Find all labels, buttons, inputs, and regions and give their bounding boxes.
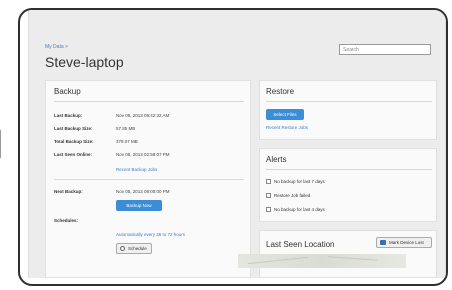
alert-label-1: No backup for last 7 days — [274, 179, 325, 184]
page-edge-line — [0, 130, 1, 158]
recent-restore-jobs-link[interactable]: Recent Restore Jobs — [266, 125, 308, 130]
next-backup-label: Next Backup: — [54, 189, 83, 194]
next-backup-value: Nov 05, 2013 09:00:00 PM — [116, 189, 170, 194]
map-road — [248, 256, 308, 265]
backup-mid-divider — [54, 179, 244, 180]
device-frame: My Data > Steve-laptop Search Backup Las… — [18, 8, 448, 286]
last-backup-size-value: 57.85 MB — [116, 126, 136, 131]
page-title: Steve-laptop — [45, 54, 124, 70]
total-backup-size-value: 378.07 MB — [116, 139, 138, 144]
alerts-title-divider — [266, 169, 432, 170]
schedule-button[interactable]: Schedule — [116, 243, 152, 254]
alert-checkbox-2[interactable] — [266, 193, 271, 198]
backup-now-button[interactable]: Backup Now — [116, 200, 162, 211]
breadcrumb[interactable]: My Data > — [45, 44, 68, 50]
select-files-button[interactable]: Select Files — [266, 109, 304, 120]
backup-title-divider — [54, 101, 244, 102]
search-input[interactable]: Search — [339, 44, 431, 55]
alert-checkbox-1[interactable] — [266, 179, 271, 184]
last-seen-online-value: Nov 05, 2013 02:58:07 PM — [116, 152, 170, 157]
restore-panel: Restore Select Files Recent Restore Jobs — [259, 80, 437, 140]
alert-checkbox-3[interactable] — [266, 207, 271, 212]
map-road — [328, 256, 378, 261]
alert-label-2: Restore Job failed — [274, 193, 311, 198]
lost-device-icon — [380, 240, 386, 245]
restore-title-divider — [266, 101, 432, 102]
alerts-title: Alerts — [266, 155, 287, 164]
backup-panel: Backup Last Backup: Nov 05, 2013 09:42:3… — [45, 80, 251, 278]
backup-title: Backup — [54, 87, 81, 96]
total-backup-size-label: Total Backup Size: — [54, 139, 94, 144]
schedules-label: Schedules: — [54, 218, 79, 223]
last-backup-value: Nov 05, 2013 09:42:32 AM — [116, 113, 170, 118]
alert-label-3: No backup for last 4 days — [274, 207, 325, 212]
last-seen-online-label: Last Seen Online: — [54, 152, 93, 157]
restore-title: Restore — [266, 87, 295, 96]
recent-backup-jobs-link[interactable]: Recent Backup Jobs — [116, 167, 157, 172]
location-map[interactable] — [238, 254, 406, 268]
app-window: My Data > Steve-laptop Search Backup Las… — [28, 10, 446, 278]
alerts-panel: Alerts No backup for last 7 days Restore… — [259, 148, 437, 222]
location-title: Last Seen Location — [266, 240, 335, 249]
schedule-button-label: Schedule — [128, 246, 147, 251]
schedule-frequency-link[interactable]: Automatically every 36 to 72 hours — [116, 232, 185, 237]
last-backup-size-label: Last Backup Size: — [54, 126, 93, 131]
mark-device-lost-button[interactable]: Mark Device Lost — [376, 237, 432, 248]
mark-device-lost-label: Mark Device Lost — [389, 240, 424, 245]
clock-icon — [120, 246, 125, 251]
last-backup-label: Last Backup: — [54, 113, 83, 118]
